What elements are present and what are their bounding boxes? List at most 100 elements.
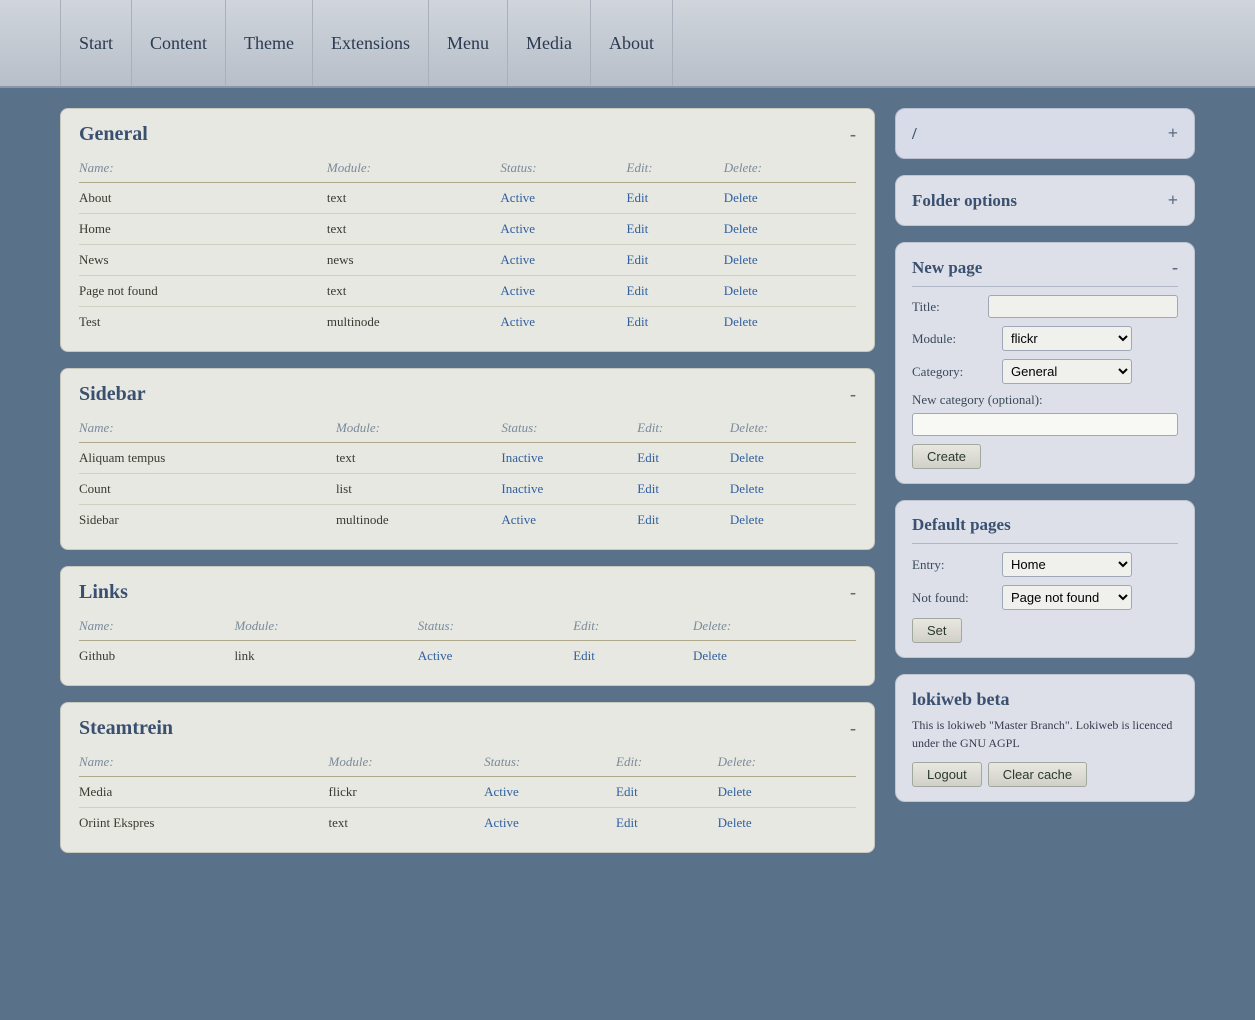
links-toggle[interactable]: - xyxy=(850,582,856,603)
general-col-edit: Edit: xyxy=(627,156,724,183)
delete-link[interactable]: Delete xyxy=(693,648,727,663)
row-name: Home xyxy=(79,214,327,245)
edit-link[interactable]: Edit xyxy=(637,481,659,496)
sidebar-toggle[interactable]: - xyxy=(850,384,856,405)
edit-link[interactable]: Edit xyxy=(573,648,595,663)
folder-options-toggle[interactable]: + xyxy=(1168,190,1178,211)
row-delete[interactable]: Delete xyxy=(730,474,856,505)
row-module: news xyxy=(327,245,501,276)
edit-link[interactable]: Edit xyxy=(637,512,659,527)
delete-link[interactable]: Delete xyxy=(730,481,764,496)
row-name: Test xyxy=(79,307,327,338)
row-delete[interactable]: Delete xyxy=(724,214,856,245)
row-module: text xyxy=(327,276,501,307)
edit-link[interactable]: Edit xyxy=(627,283,649,298)
edit-link[interactable]: Edit xyxy=(627,314,649,329)
row-edit[interactable]: Edit xyxy=(627,276,724,307)
links-title: Links xyxy=(79,581,128,604)
slash-label: / xyxy=(912,124,917,144)
table-row: Media flickr Active Edit Delete xyxy=(79,777,856,808)
row-edit[interactable]: Edit xyxy=(637,474,730,505)
row-edit[interactable]: Edit xyxy=(627,307,724,338)
sidebar-card-header: Sidebar - xyxy=(79,383,856,406)
row-delete[interactable]: Delete xyxy=(724,307,856,338)
folder-options-card: Folder options + xyxy=(895,175,1195,226)
steamtrein-col-edit: Edit: xyxy=(616,750,718,777)
edit-link[interactable]: Edit xyxy=(627,190,649,205)
row-name: Count xyxy=(79,474,336,505)
row-delete[interactable]: Delete xyxy=(730,443,856,474)
row-name: Page not found xyxy=(79,276,327,307)
general-col-module: Module: xyxy=(327,156,501,183)
edit-link[interactable]: Edit xyxy=(616,784,638,799)
delete-link[interactable]: Delete xyxy=(724,252,758,267)
logout-button[interactable]: Logout xyxy=(912,762,982,787)
delete-link[interactable]: Delete xyxy=(718,784,752,799)
delete-link[interactable]: Delete xyxy=(724,190,758,205)
row-delete[interactable]: Delete xyxy=(693,641,856,672)
links-col-status: Status: xyxy=(418,614,573,641)
steamtrein-toggle[interactable]: - xyxy=(850,718,856,739)
edit-link[interactable]: Edit xyxy=(616,815,638,830)
row-edit[interactable]: Edit xyxy=(627,245,724,276)
row-edit[interactable]: Edit xyxy=(637,443,730,474)
row-status: Inactive xyxy=(501,443,637,474)
lokiweb-buttons: Logout Clear cache xyxy=(912,762,1178,787)
new-page-category-row: Category: General Sidebar Links Steamtre… xyxy=(912,359,1178,384)
row-status: Active xyxy=(500,214,626,245)
delete-link[interactable]: Delete xyxy=(724,283,758,298)
module-select[interactable]: flickr text news multinode list link xyxy=(1002,326,1132,351)
general-table: Name: Module: Status: Edit: Delete: Abou… xyxy=(79,156,856,337)
delete-link[interactable]: Delete xyxy=(730,450,764,465)
edit-link[interactable]: Edit xyxy=(637,450,659,465)
lokiweb-card: lokiweb beta This is lokiweb "Master Bra… xyxy=(895,674,1195,802)
clear-cache-button[interactable]: Clear cache xyxy=(988,762,1087,787)
row-edit[interactable]: Edit xyxy=(637,505,730,536)
row-module: text xyxy=(327,183,501,214)
nav-item-media[interactable]: Media xyxy=(508,0,591,86)
row-name: Aliquam tempus xyxy=(79,443,336,474)
row-name: About xyxy=(79,183,327,214)
sidebar-col-status: Status: xyxy=(501,416,637,443)
general-toggle[interactable]: - xyxy=(850,124,856,145)
not-found-select[interactable]: Page not found Home About xyxy=(1002,585,1132,610)
delete-link[interactable]: Delete xyxy=(724,314,758,329)
nav-item-start[interactable]: Start xyxy=(60,0,132,86)
delete-link[interactable]: Delete xyxy=(718,815,752,830)
row-delete[interactable]: Delete xyxy=(724,276,856,307)
title-input[interactable] xyxy=(988,295,1178,318)
delete-link[interactable]: Delete xyxy=(724,221,758,236)
links-table: Name: Module: Status: Edit: Delete: Gith… xyxy=(79,614,856,671)
row-delete[interactable]: Delete xyxy=(724,245,856,276)
row-delete[interactable]: Delete xyxy=(718,808,856,839)
edit-link[interactable]: Edit xyxy=(627,252,649,267)
row-edit[interactable]: Edit xyxy=(627,214,724,245)
not-found-label: Not found: xyxy=(912,590,1002,606)
row-delete[interactable]: Delete xyxy=(724,183,856,214)
edit-link[interactable]: Edit xyxy=(627,221,649,236)
entry-select[interactable]: Home About News Test xyxy=(1002,552,1132,577)
new-page-toggle[interactable]: - xyxy=(1172,257,1178,278)
row-module: link xyxy=(234,641,417,672)
table-row: News news Active Edit Delete xyxy=(79,245,856,276)
new-page-header: New page - xyxy=(912,257,1178,278)
category-label: Category: xyxy=(912,364,1002,380)
row-status: Active xyxy=(484,808,616,839)
create-button[interactable]: Create xyxy=(912,444,981,469)
nav-item-content[interactable]: Content xyxy=(132,0,226,86)
row-edit[interactable]: Edit xyxy=(627,183,724,214)
row-delete[interactable]: Delete xyxy=(718,777,856,808)
nav-item-about[interactable]: About xyxy=(591,0,673,86)
nav-item-extensions[interactable]: Extensions xyxy=(313,0,429,86)
set-button[interactable]: Set xyxy=(912,618,962,643)
slash-toggle[interactable]: + xyxy=(1168,123,1178,144)
nav-item-theme[interactable]: Theme xyxy=(226,0,313,86)
row-edit[interactable]: Edit xyxy=(616,777,718,808)
delete-link[interactable]: Delete xyxy=(730,512,764,527)
row-edit[interactable]: Edit xyxy=(616,808,718,839)
row-delete[interactable]: Delete xyxy=(730,505,856,536)
row-edit[interactable]: Edit xyxy=(573,641,693,672)
nav-item-menu[interactable]: Menu xyxy=(429,0,508,86)
category-select[interactable]: General Sidebar Links Steamtrein xyxy=(1002,359,1132,384)
new-category-input[interactable] xyxy=(912,413,1178,436)
